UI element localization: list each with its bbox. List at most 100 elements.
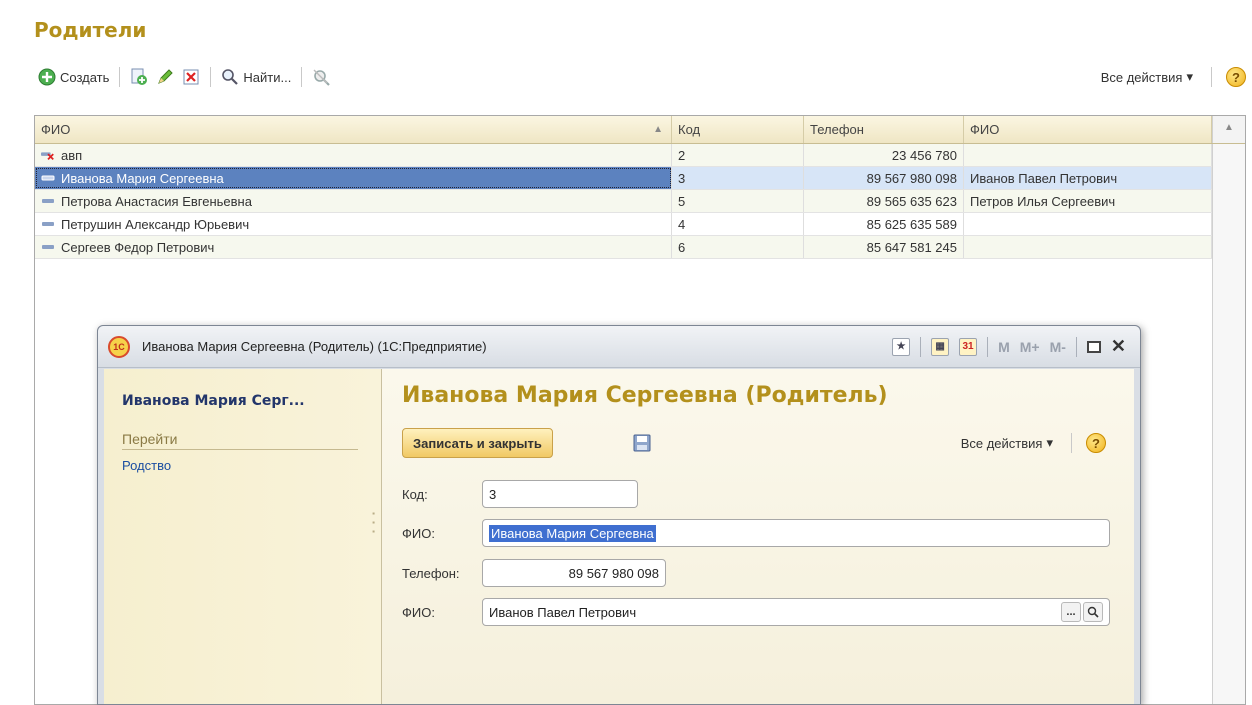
table-header: ФИО ▲ Код Телефон ФИО ▲ <box>35 116 1245 144</box>
all-actions-label: Все действия <box>960 435 1043 451</box>
panel-resize-grip[interactable]: ▪ ▪ ▪ <box>372 509 375 536</box>
window-tools: ★ ▦ 31 M M+ M- ✕ <box>892 336 1140 357</box>
find-button[interactable]: Найти... <box>217 66 295 88</box>
row-fio-spouse: Иванов Павел Петрович <box>970 170 1118 186</box>
calendar-icon[interactable]: 31 <box>959 337 978 356</box>
save-and-close-button[interactable]: Записать и закрыть <box>402 428 553 458</box>
toolbar-divider <box>1075 336 1077 357</box>
help-icon[interactable]: ? <box>1086 433 1106 453</box>
toolbar-divider <box>920 336 922 357</box>
column-header-fio[interactable]: ФИО ▲ <box>35 116 672 143</box>
create-button-label: Создать <box>60 69 110 85</box>
plus-icon <box>38 68 56 86</box>
form-actions: Все действия ▾ ? <box>957 433 1106 453</box>
sort-indicator-icon: ▲ <box>653 124 663 135</box>
column-header-fio-spouse[interactable]: ФИО <box>964 116 1212 143</box>
row-code: 6 <box>678 239 686 255</box>
parent-form-window: 1С Иванова Мария Сергеевна (Родитель) (1… <box>97 325 1141 705</box>
scroll-up-arrow-icon[interactable]: ▲ <box>1212 116 1245 143</box>
row-phone: 89 567 980 098 <box>866 170 957 186</box>
column-header-label: ФИО <box>41 122 71 137</box>
window-titlebar[interactable]: 1С Иванова Мария Сергеевна (Родитель) (1… <box>98 326 1140 368</box>
create-button[interactable]: Создать <box>34 66 113 88</box>
code-field[interactable]: 3 <box>482 480 638 508</box>
open-search-icon[interactable] <box>1083 602 1103 622</box>
memory-plus-button[interactable]: M+ <box>1020 339 1040 355</box>
row-phone: 85 647 581 245 <box>866 239 957 255</box>
table-row[interactable]: Петрова Анастасия Евгеньевна 5 89 565 63… <box>35 190 1245 213</box>
form-panel: Иванова Мария Сергеевна (Родитель) Запис… <box>382 369 1134 704</box>
fio-label: ФИО: <box>402 525 435 541</box>
chevron-down-icon: ▾ <box>1186 69 1193 84</box>
row-fio: Иванова Мария Сергеевна <box>61 170 224 186</box>
edit-button[interactable] <box>152 66 178 88</box>
nav-panel-title: Иванова Мария Серг... <box>122 393 305 409</box>
calculator-icon[interactable]: ▦ <box>931 337 950 356</box>
phone-label: Телефон: <box>402 565 460 581</box>
table-row[interactable]: Петрушин Александр Юрьевич 4 85 625 635 … <box>35 213 1245 236</box>
code-label: Код: <box>402 486 428 502</box>
row-fio: Петрушин Александр Юрьевич <box>61 216 250 232</box>
find-button-label: Найти... <box>243 69 292 85</box>
memory-minus-button[interactable]: M- <box>1050 339 1066 355</box>
column-header-phone[interactable]: Телефон <box>804 116 964 143</box>
row-phone: 89 565 635 623 <box>866 193 957 209</box>
app-logo-icon: 1С <box>108 335 130 358</box>
chevron-down-icon: ▾ <box>1046 435 1053 450</box>
phone-row: Телефон: 89 567 980 098 <box>402 559 666 587</box>
close-icon[interactable]: ✕ <box>1111 336 1126 357</box>
fio-row: ФИО: Иванова Мария Сергеевна <box>402 519 1110 547</box>
search-icon <box>221 68 239 86</box>
row-code: 5 <box>678 193 686 209</box>
code-value: 3 <box>489 486 497 502</box>
favorites-icon[interactable]: ★ <box>892 337 911 356</box>
memory-button[interactable]: M <box>998 339 1010 355</box>
row-phone: 85 625 635 589 <box>866 216 957 232</box>
copy-button[interactable] <box>126 66 152 88</box>
item-icon <box>41 217 55 231</box>
table-row[interactable]: Сергеев Федор Петрович 6 85 647 581 245 <box>35 236 1245 259</box>
deleted-item-icon <box>41 148 55 162</box>
maximize-icon[interactable] <box>1086 340 1101 353</box>
cancel-search-button[interactable] <box>308 66 334 88</box>
table-row[interactable]: авп 2 23 456 780 <box>35 144 1245 167</box>
page-title: Родители <box>34 18 147 42</box>
item-icon <box>41 171 55 185</box>
select-button[interactable]: ... <box>1061 602 1081 622</box>
toolbar-divider <box>1071 433 1072 453</box>
delete-button[interactable] <box>178 66 204 88</box>
window-title: Иванова Мария Сергеевна (Родитель) (1С:П… <box>142 339 487 354</box>
phone-field[interactable]: 89 567 980 098 <box>482 559 666 587</box>
toolbar-divider <box>301 67 303 87</box>
phone-value: 89 567 980 098 <box>568 565 659 581</box>
code-row: Код: 3 <box>402 480 638 508</box>
fio-field[interactable]: Иванова Мария Сергеевна <box>482 519 1110 547</box>
form-all-actions-menu[interactable]: Все действия ▾ <box>957 433 1057 453</box>
cancel-search-icon <box>312 68 331 86</box>
row-code: 2 <box>678 147 686 163</box>
all-actions-menu[interactable]: Все действия ▾ <box>1097 67 1197 87</box>
nav-link-kinship[interactable]: Родство <box>122 458 381 473</box>
spouse-fio-label: ФИО: <box>402 604 435 620</box>
row-code: 4 <box>678 216 686 232</box>
window-body: Иванова Мария Серг... Перейти Родство ▪ ▪… <box>104 369 1134 704</box>
save-icon[interactable] <box>632 433 652 453</box>
vertical-scrollbar[interactable] <box>1212 144 1245 704</box>
form-title: Иванова Мария Сергеевна (Родитель) <box>402 383 888 408</box>
navigation-panel: Иванова Мария Серг... Перейти Родство ▪ ▪… <box>104 369 382 704</box>
toolbar-divider <box>210 67 212 87</box>
spouse-fio-field[interactable]: Иванов Павел Петрович ... <box>482 598 1110 626</box>
field-buttons: ... <box>1061 602 1103 622</box>
spouse-fio-row: ФИО: Иванов Павел Петрович ... <box>402 598 1110 626</box>
list-toolbar: Создать Найти... Все действия ▾ ? <box>34 62 1246 92</box>
pencil-icon <box>156 68 174 86</box>
toolbar-divider <box>119 67 121 87</box>
all-actions-label: Все действия <box>1100 69 1183 85</box>
row-fio: Сергеев Федор Петрович <box>61 239 215 255</box>
row-fio: Петрова Анастасия Евгеньевна <box>61 193 252 209</box>
table-row-selected[interactable]: Иванова Мария Сергеевна 3 89 567 980 098… <box>35 167 1245 190</box>
help-icon[interactable]: ? <box>1226 67 1246 87</box>
column-header-label: Код <box>678 122 701 137</box>
column-header-code[interactable]: Код <box>672 116 804 143</box>
delete-mark-icon <box>182 68 200 86</box>
